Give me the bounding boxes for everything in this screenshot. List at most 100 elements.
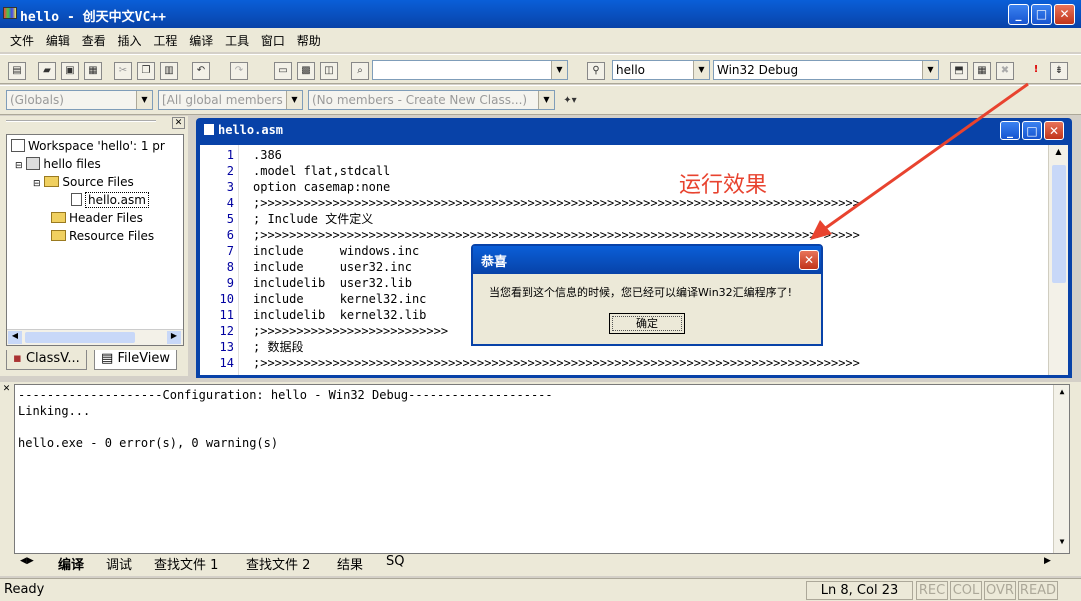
chevron-down-icon[interactable]: ▼ [551,61,567,79]
menu-project[interactable]: 工程 [149,28,181,53]
menu-tools[interactable]: 工具 [221,28,253,53]
file-tree: Workspace 'hello': 1 pr ⊟ hello files ⊟ … [6,134,184,346]
menu-view[interactable]: 查看 [78,28,110,53]
line-number: 2 [226,164,234,178]
scroll-down-icon[interactable]: ▼ [1055,537,1069,546]
scroll-thumb[interactable] [1052,165,1066,283]
find-combo[interactable]: ▼ [372,60,568,80]
scroll-up-icon[interactable]: ▲ [1055,387,1069,396]
members-value: [All global members [162,93,283,107]
menu-edit[interactable]: 编辑 [42,28,74,53]
output-line: --------------------Configuration: hello… [18,388,553,402]
line-text: includelib kernel32.lib [253,308,427,322]
tree-file-hello-asm[interactable]: hello.asm [71,191,149,209]
copy-icon[interactable]: ❐ [137,62,155,80]
paste-icon[interactable]: ▥ [160,62,178,80]
tab-results[interactable]: 结果 [337,554,363,573]
tab-sql[interactable]: SQ [386,554,404,569]
stop-build-icon[interactable]: ✖ [996,62,1014,80]
editor-close-button[interactable]: ✕ [1044,121,1064,140]
tab-fileview[interactable]: ▤ FileView [94,350,178,370]
line-number: 6 [226,228,234,242]
line-number: 3 [226,180,234,194]
tab-debug[interactable]: 调试 [106,554,132,573]
scroll-up-icon[interactable]: ▲ [1051,147,1066,163]
workspace-icon[interactable]: ▭ [274,62,292,80]
menu-window[interactable]: 窗口 [257,28,289,53]
ok-button[interactable]: 确定 [609,313,685,334]
class-combo[interactable]: (No members - Create New Class...) ▼ [308,90,555,110]
maximize-button[interactable]: □ [1031,4,1052,25]
menu-insert[interactable]: 插入 [114,28,146,53]
find-in-files-icon[interactable]: ⌕ [351,62,369,80]
wizard-wand-icon[interactable]: ✦▾ [561,93,579,111]
members-combo[interactable]: [All global members ▼ [158,90,303,110]
fileview-icon: ▤ [101,351,114,366]
windows-list-icon[interactable]: ◫ [320,62,338,80]
folder-label: Resource Files [69,229,155,243]
scroll-thumb[interactable] [25,332,135,343]
close-button[interactable]: ✕ [1054,4,1075,25]
tabs-scroll-right-icon[interactable]: ▶ [1044,556,1051,566]
app-icon [3,7,17,19]
close-icon[interactable]: ✕ [1,384,12,395]
tab-build[interactable]: 编译 [58,554,84,573]
save-icon[interactable]: ▣ [61,62,79,80]
chevron-down-icon[interactable]: ▼ [538,91,554,109]
project-combo[interactable]: hello ▼ [612,60,710,80]
line-text: includelib user32.lib [253,276,412,290]
chevron-down-icon[interactable]: ▼ [286,91,302,109]
go-icon[interactable]: ⇟ [1050,62,1068,80]
open-folder-icon[interactable]: ▰ [38,62,56,80]
output-tabs: ◀▶ 编译 调试 查找文件 1 查找文件 2 结果 SQ ▶ [20,554,1051,574]
execute-icon[interactable]: ! [1027,62,1045,80]
find-icon[interactable]: ⚲ [587,62,605,80]
undo-icon[interactable]: ↶ [192,62,210,80]
panel-grip[interactable] [6,120,156,126]
cut-icon[interactable]: ✂ [114,62,132,80]
read-indicator: READ [1018,581,1058,600]
collapse-icon[interactable]: ⊟ [15,161,23,171]
compile-icon[interactable]: ⬒ [950,62,968,80]
chevron-down-icon[interactable]: ▼ [136,91,152,109]
redo-icon[interactable]: ↷ [230,62,248,80]
output-text-area[interactable]: --------------------Configuration: hello… [14,384,1070,554]
scroll-right-icon[interactable]: ▶ [167,331,181,344]
horizontal-scrollbar[interactable]: ◀ ▶ [7,329,183,345]
menu-build[interactable]: 编译 [185,28,217,53]
vertical-scrollbar[interactable]: ▲ [1048,145,1068,375]
gutter-separator [238,145,239,375]
config-combo[interactable]: Win32 Debug ▼ [713,60,939,80]
tab-classview[interactable]: ▪ ClassV... [6,350,87,370]
tab-find2[interactable]: 查找文件 2 [246,554,310,573]
menu-file[interactable]: 文件 [6,28,38,53]
status-bar: Ready Ln 8, Col 23 REC COL OVR READ [0,578,1081,601]
tab-scroll-left-icon[interactable]: ◀▶ [20,556,34,566]
tab-find1[interactable]: 查找文件 1 [154,554,218,573]
line-number: 9 [226,276,234,290]
scroll-left-icon[interactable]: ◀ [8,331,22,344]
output-window-icon[interactable]: ▩ [297,62,315,80]
globals-combo[interactable]: (Globals) ▼ [6,90,153,110]
build-icon[interactable]: ▦ [973,62,991,80]
project-icon [26,157,41,170]
chevron-down-icon[interactable]: ▼ [922,61,938,79]
tree-resource-files[interactable]: Resource Files [51,227,154,245]
tree-header-files[interactable]: Header Files [51,209,143,227]
close-icon[interactable]: ✕ [172,117,185,129]
minimize-button[interactable]: _ [1008,4,1029,25]
collapse-icon[interactable]: ⊟ [33,179,41,189]
chevron-down-icon[interactable]: ▼ [693,61,709,79]
asm-file-icon [71,193,82,206]
new-file-icon[interactable]: ▤ [8,62,26,80]
tree-project[interactable]: ⊟ hello files [15,155,101,173]
line-number: 1 [226,148,234,162]
tree-source-files[interactable]: ⊟ Source Files [33,173,134,191]
code-line: 14 ;>>>>>>>>>>>>>>>>>>>>>>>>>>>>>>>>>>>>>… [200,355,1040,371]
line-number: 11 [219,308,234,322]
save-all-icon[interactable]: ▦ [84,62,102,80]
dialog-close-button[interactable]: ✕ [799,250,819,270]
tree-workspace[interactable]: Workspace 'hello': 1 pr [11,137,165,155]
vertical-scrollbar[interactable]: ▲ ▼ [1053,385,1069,553]
menu-help[interactable]: 帮助 [293,28,325,53]
